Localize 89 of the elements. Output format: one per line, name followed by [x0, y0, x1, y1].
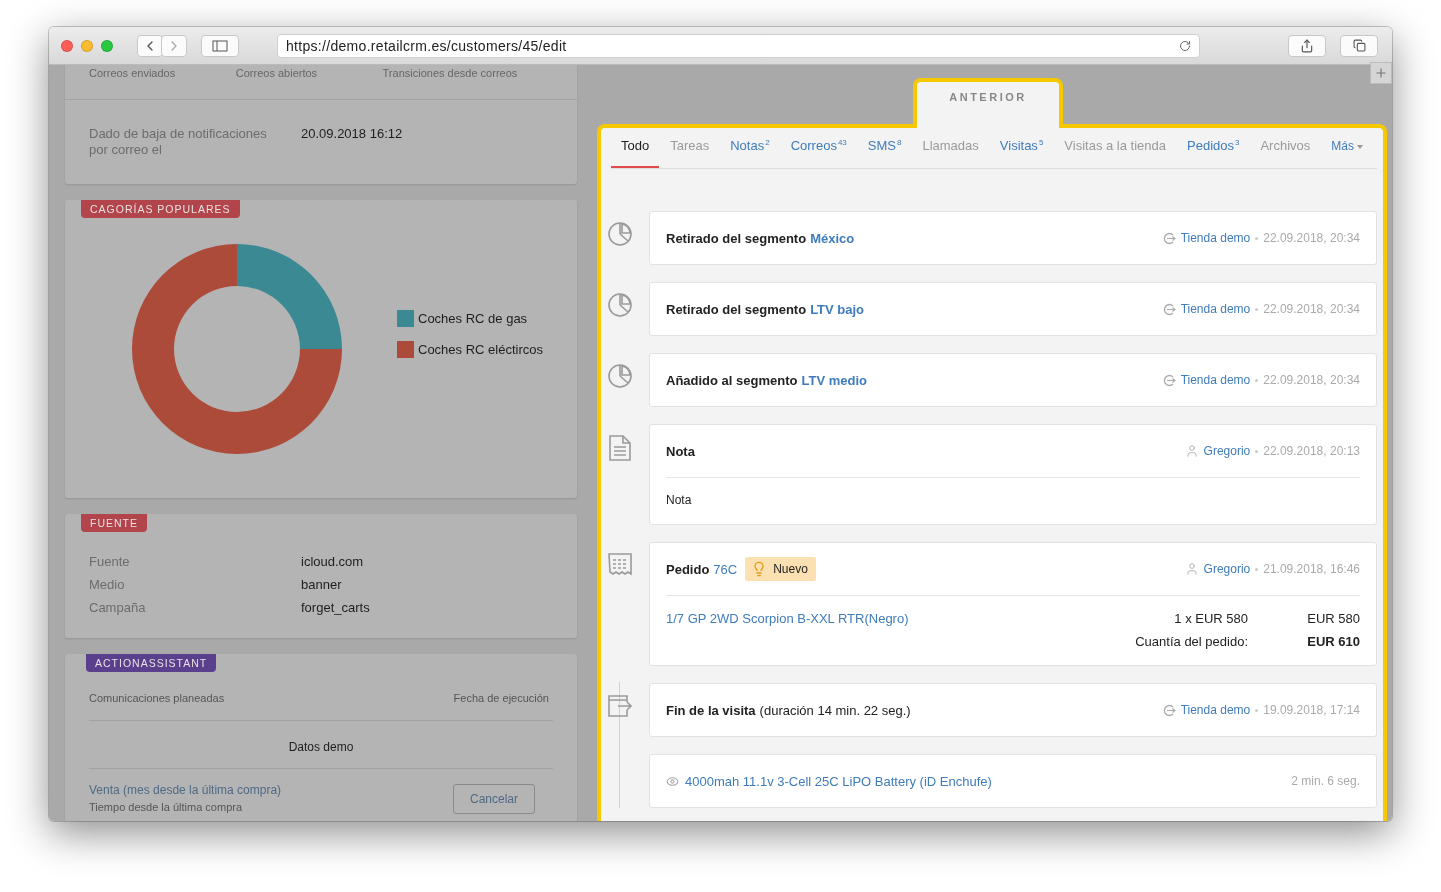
pie-chart-icon: [607, 221, 633, 248]
summary-label: Cuantía del pedido:: [1134, 634, 1248, 650]
segment-link[interactable]: LTV medio: [801, 373, 867, 389]
event-date: 19.09.2018, 17:14: [1263, 703, 1360, 718]
pie-chart-icon: [607, 363, 633, 390]
section-badge: FUENTE: [81, 514, 147, 532]
legend-label: Coches RC de gas: [418, 311, 528, 326]
forward-button[interactable]: [161, 34, 187, 57]
column-header: Fecha de ejecución: [453, 692, 549, 704]
field-label: Dado de baja de notificaciones por correo el: [89, 126, 268, 158]
maximize-window-button[interactable]: [101, 39, 113, 52]
history-tab[interactable]: Todo: [611, 128, 660, 169]
tabs-icon: [1352, 39, 1366, 52]
pie-chart-icon: [607, 292, 633, 319]
back-button[interactable]: [137, 34, 163, 57]
event-date: 22.09.2018, 20:34: [1263, 373, 1360, 388]
field-label: Campaña: [89, 600, 147, 616]
shop-source-icon: [1162, 231, 1176, 245]
stat-label: Correos abiertos: [235, 67, 319, 79]
share-button[interactable]: [1288, 34, 1326, 57]
field-value: banner: [301, 577, 343, 593]
column-header: Comunicaciones planeadas: [89, 692, 225, 704]
view-duration: 2 min. 6 seg.: [1291, 774, 1360, 789]
trigger-title: Venta (mes desde la última compra): [89, 783, 282, 797]
sidebar-button[interactable]: [201, 34, 239, 57]
item-total: EUR 580: [1306, 611, 1360, 627]
page-link[interactable]: 4000mah 11.1v 3-Cell 25C LiPO Battery (iD Enchufe): [685, 773, 992, 789]
user-icon: [1184, 444, 1199, 459]
section-badge: CAGORÍAS POPULARES: [81, 200, 240, 218]
trigger-subtitle: Tiempo desde la última compra: [89, 801, 243, 813]
event-date: 22.09.2018, 20:34: [1263, 302, 1360, 317]
stat-label: Correos enviados: [89, 67, 177, 79]
field-value: forget_carts: [301, 600, 371, 616]
empty-text: Datos demo: [288, 740, 354, 754]
event-date: 22.09.2018, 20:13: [1263, 444, 1360, 459]
shop-source-icon: [1162, 703, 1176, 717]
quantity-price: 1 x EUR 580: [1173, 611, 1248, 627]
legend-label: Coches RC eléctircos: [418, 342, 543, 357]
field-value: icloud.com: [301, 554, 365, 570]
author-link[interactable]: Gregorio: [1203, 562, 1251, 577]
event-title: Añadido al segmento: [666, 373, 798, 389]
exit-window-icon: [607, 693, 633, 720]
field-label: Fuente: [89, 554, 131, 570]
history-tab[interactable]: Visitas$^{5}$: [989, 128, 1054, 169]
note-text: Nota: [666, 492, 693, 510]
reload-icon[interactable]: [1179, 39, 1191, 52]
field-label: Medio: [89, 577, 126, 593]
history-tab[interactable]: Notas$^{2}$: [720, 128, 780, 169]
event-title: Nota: [666, 443, 695, 459]
author-link[interactable]: Gregorio: [1203, 444, 1251, 459]
minimize-window-button[interactable]: [81, 39, 93, 52]
history-tab[interactable]: SMS$^{8}$: [857, 128, 912, 169]
order-link[interactable]: 76C: [713, 561, 738, 577]
history-tab[interactable]: Más: [1321, 129, 1373, 169]
panel-tab[interactable]: ANTERIOR: [913, 78, 1063, 128]
event-title: Pedido: [666, 561, 710, 577]
segment-link[interactable]: México: [810, 231, 855, 247]
history-tab[interactable]: Pedidos$^{3}$: [1177, 128, 1250, 169]
status-badge: Nuevo: [745, 557, 816, 582]
visit-duration: (duración 14 min. 22 seg.): [759, 703, 911, 719]
section-badge: ACTIONASSISTANT: [86, 654, 217, 672]
event-date: 22.09.2018, 20:34: [1263, 231, 1360, 246]
event-date: 21.09.2018, 16:46: [1263, 562, 1360, 577]
new-tab-button[interactable]: [1370, 62, 1392, 84]
url-field[interactable]: https://demo.retailcrm.es/customers/45/edit: [277, 33, 1200, 58]
user-icon: [1184, 562, 1199, 577]
author-link[interactable]: Tienda demo: [1180, 302, 1251, 317]
history-tab[interactable]: Correos$^{43}$: [780, 128, 857, 169]
document-icon: [608, 434, 632, 463]
share-icon: [1300, 38, 1314, 53]
cancel-button[interactable]: Cancelar: [453, 784, 535, 814]
author-link[interactable]: Tienda demo: [1180, 231, 1251, 246]
field-value: 20.09.2018 16:12: [301, 126, 403, 143]
product-link[interactable]: 1/7 GP 2WD Scorpion B-XXL RTR(Negro): [666, 611, 1088, 627]
tabs-button[interactable]: [1340, 34, 1378, 57]
segment-link[interactable]: LTV bajo: [810, 302, 865, 318]
event-title: Retirado del segmento: [666, 302, 807, 318]
event-title: Retirado del segmento: [666, 231, 807, 247]
shop-source-icon: [1162, 373, 1176, 387]
stat-label: Transiciones desde correos: [382, 67, 519, 79]
order-total: EUR 610: [1306, 634, 1360, 650]
author-link[interactable]: Tienda demo: [1180, 373, 1251, 388]
sidebar-icon: [212, 39, 228, 52]
event-title: Fin de la visita: [666, 703, 756, 719]
eye-icon: [666, 774, 679, 788]
close-window-button[interactable]: [61, 39, 73, 52]
shop-source-icon: [1162, 302, 1176, 316]
author-link[interactable]: Tienda demo: [1180, 703, 1251, 718]
plus-icon: [1374, 66, 1388, 80]
